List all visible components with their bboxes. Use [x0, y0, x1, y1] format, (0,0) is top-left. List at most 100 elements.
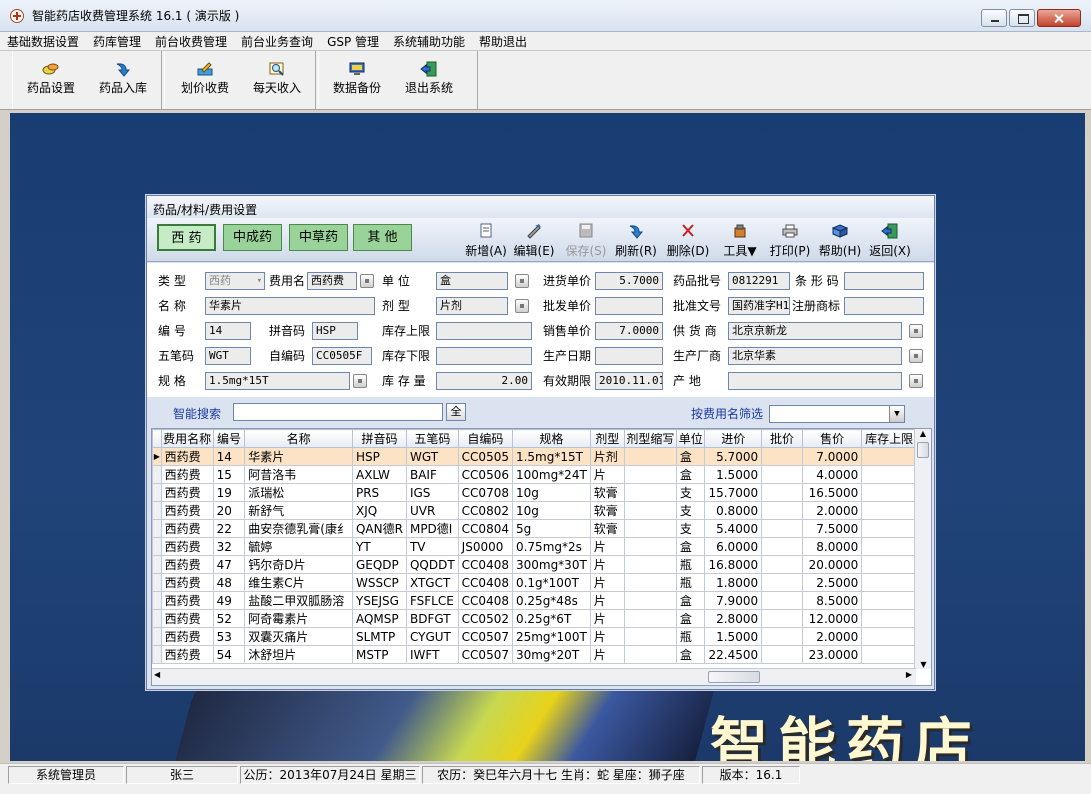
table-cell[interactable] [761, 483, 803, 502]
pinyin-code-field[interactable]: HSP [312, 322, 358, 340]
table-cell[interactable] [623, 555, 677, 574]
table-cell[interactable]: 西药费 [160, 447, 214, 466]
unit-field[interactable]: 盒 [436, 272, 508, 290]
table-row[interactable]: 西药费 47 钙尔奇D片 GEQDP QQDDT CC0408 300mg*30T 片 瓶 16.… [152, 555, 931, 574]
table-row[interactable]: 西药费 48 维生素C片 WSSCP XTGCT CC0408 0.1g*100T 片 瓶 1.8… [152, 573, 931, 592]
number-field[interactable]: 14 [205, 322, 251, 340]
table-cell[interactable]: 西药费 [160, 627, 214, 646]
app-icon[interactable] [10, 8, 24, 23]
table-cell[interactable]: 19 [212, 483, 246, 502]
table-cell[interactable]: 曲安奈德乳膏(康纟 [244, 519, 353, 538]
table-cell[interactable] [623, 627, 677, 646]
table-cell[interactable]: 瓶 [675, 555, 706, 574]
table-cell[interactable]: WSSCP [351, 573, 407, 592]
table-cell[interactable]: 西药费 [160, 591, 214, 610]
table-cell[interactable]: 49 [212, 591, 246, 610]
table-cell[interactable] [861, 537, 917, 556]
table-cell[interactable]: 2.0000 [801, 501, 863, 520]
daily-income-button[interactable]: 每天收入 [241, 57, 313, 105]
table-cell[interactable]: 52 [212, 609, 246, 628]
table-cell[interactable] [623, 645, 677, 664]
column-header[interactable]: 库存上限 [861, 429, 917, 448]
column-header[interactable]: 自编码 [457, 429, 513, 448]
table-cell[interactable] [861, 555, 917, 574]
wholesale-price-field[interactable] [595, 297, 663, 315]
scroll-left-icon[interactable]: ◀ [154, 670, 160, 679]
search-all-button[interactable]: 全 [446, 403, 466, 421]
table-cell[interactable]: 15.7000 [704, 483, 763, 502]
table-cell[interactable] [761, 645, 803, 664]
table-cell[interactable]: 盒 [675, 465, 706, 484]
table-cell[interactable]: UVR [405, 501, 459, 520]
table-cell[interactable] [861, 645, 917, 664]
manufacturer-picker-button[interactable] [909, 349, 923, 363]
menu-warehouse[interactable]: 药库管理 [86, 33, 148, 50]
table-cell[interactable]: 20.0000 [801, 555, 863, 574]
table-cell[interactable]: QAN德R [351, 519, 407, 538]
column-header[interactable]: 五笔码 [405, 429, 459, 448]
wubi-code-field[interactable]: WGT [205, 347, 251, 365]
table-cell[interactable]: 1.5000 [704, 627, 763, 646]
table-cell[interactable]: WGT [405, 447, 459, 466]
table-cell[interactable]: CC0408 [457, 555, 513, 574]
table-row[interactable]: 西药费 22 曲安奈德乳膏(康纟 QAN德R MPD德I CC0804 5g 软膏 支 5.400… [152, 519, 931, 538]
table-cell[interactable]: 盐酸二甲双胍肠溶 [244, 591, 353, 610]
table-cell[interactable]: 0.75mg*2s [511, 537, 591, 556]
stock-upper-field[interactable] [436, 322, 532, 340]
horizontal-scroll-thumb[interactable] [708, 671, 760, 683]
table-cell[interactable] [761, 519, 803, 538]
table-cell[interactable]: 华素片 [244, 447, 353, 466]
table-cell[interactable]: 片 [589, 555, 625, 574]
table-cell[interactable]: XTGCT [405, 573, 459, 592]
table-cell[interactable]: 支 [675, 501, 706, 520]
column-header[interactable]: 规格 [511, 429, 591, 448]
table-cell[interactable]: 西药费 [160, 555, 214, 574]
row-indicator[interactable] [152, 627, 162, 646]
table-cell[interactable]: MPD德I [405, 519, 459, 538]
table-cell[interactable] [623, 591, 677, 610]
table-cell[interactable]: 阿奇霉素片 [244, 609, 353, 628]
table-cell[interactable]: 2.0000 [801, 627, 863, 646]
table-cell[interactable]: QQDDT [405, 555, 459, 574]
table-cell[interactable]: 4.0000 [801, 465, 863, 484]
save-button[interactable]: 保存(S) [563, 223, 609, 259]
print-button[interactable]: 打印(P) [767, 223, 813, 259]
table-cell[interactable]: 32 [212, 537, 246, 556]
sale-price-field[interactable]: 7.0000 [595, 322, 663, 340]
table-cell[interactable]: 盒 [675, 645, 706, 664]
table-cell[interactable]: 支 [675, 519, 706, 538]
table-cell[interactable]: 1.8000 [704, 573, 763, 592]
column-header[interactable]: 名称 [244, 429, 353, 448]
table-row[interactable]: 西药费 53 双囊灭痛片 SLMTP CYGUT CC0507 25mg*100T 片 瓶 1.5… [152, 627, 931, 646]
drug-stock-in-button[interactable]: 药品入库 [87, 57, 159, 105]
table-cell[interactable]: 7.5000 [801, 519, 863, 538]
table-cell[interactable]: 100mg*24T [511, 465, 591, 484]
table-cell[interactable]: 8.0000 [801, 537, 863, 556]
table-cell[interactable]: 双囊灭痛片 [244, 627, 353, 646]
column-header[interactable]: 售价 [801, 429, 863, 448]
table-cell[interactable]: 西药费 [160, 483, 214, 502]
table-cell[interactable]: CYGUT [405, 627, 459, 646]
spec-picker-button[interactable] [353, 374, 367, 388]
table-cell[interactable] [861, 627, 917, 646]
column-header[interactable]: 进价 [704, 429, 763, 448]
table-cell[interactable]: 西药费 [160, 501, 214, 520]
table-cell[interactable]: 盒 [675, 591, 706, 610]
table-cell[interactable]: 片 [589, 465, 625, 484]
stock-quantity-field[interactable]: 2.00 [436, 372, 532, 390]
chevron-down-icon[interactable]: ▼ [889, 406, 904, 422]
dosage-form-field[interactable]: 片剂 [436, 297, 508, 315]
table-row[interactable]: ▶ 西药费 14 华素片 HSP WGT CC0505 1.5mg*15T 片剂 盒 5.7000 7… [152, 447, 931, 466]
table-cell[interactable]: YSEJSG [351, 591, 407, 610]
table-cell[interactable] [761, 555, 803, 574]
table-cell[interactable] [861, 483, 917, 502]
vertical-scroll-thumb[interactable] [917, 442, 929, 458]
dosage-form-picker-button[interactable] [515, 299, 529, 313]
supplier-picker-button[interactable] [909, 324, 923, 338]
table-cell[interactable] [623, 537, 677, 556]
table-cell[interactable] [861, 465, 917, 484]
scroll-right-icon[interactable]: ▶ [906, 670, 912, 679]
column-header[interactable]: 拼音码 [351, 429, 407, 448]
table-cell[interactable] [623, 609, 677, 628]
table-cell[interactable]: 47 [212, 555, 246, 574]
